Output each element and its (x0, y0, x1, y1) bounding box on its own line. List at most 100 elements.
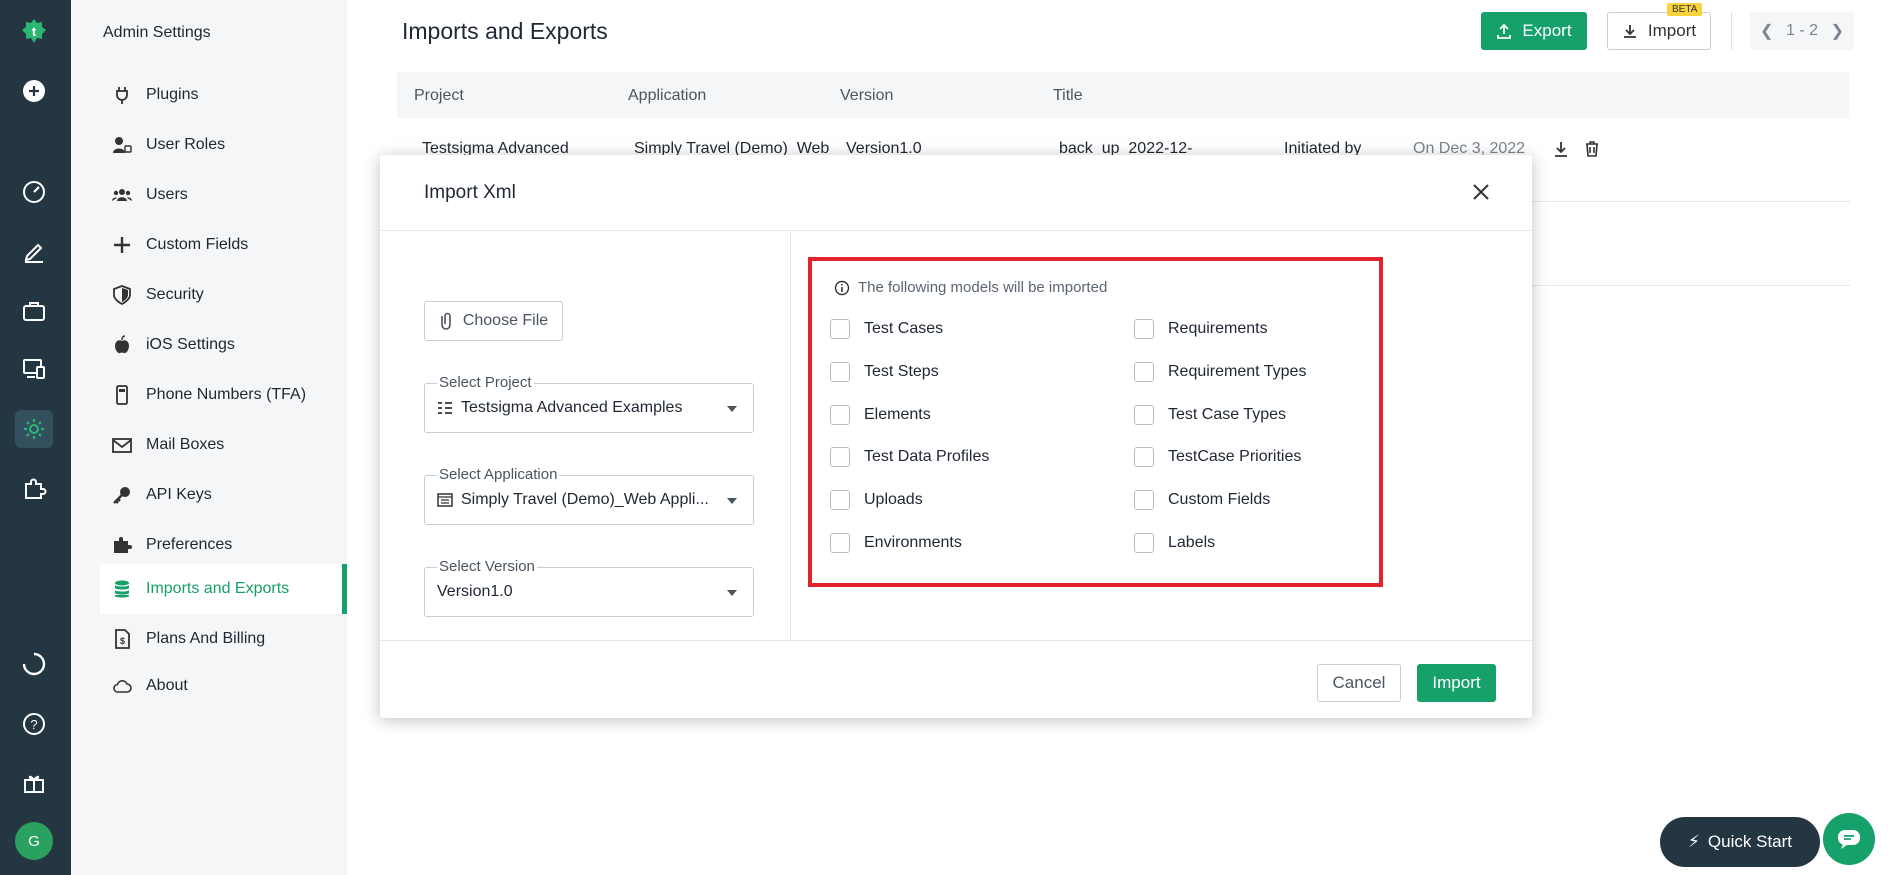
briefcase-icon[interactable] (15, 292, 53, 330)
sidebar-item-label: Custom Fields (146, 236, 249, 253)
caret-down-icon (727, 590, 737, 596)
sidebar-item-security[interactable]: Security (100, 270, 347, 320)
checkbox-label: Elements (864, 406, 931, 423)
info-text: The following models will be imported (858, 279, 1108, 296)
application-value: Simply Travel (Demo)_Web Appli... (461, 491, 709, 508)
sidebar-item-plans-billing[interactable]: $ Plans And Billing (100, 614, 347, 664)
sidebar-item-mail-boxes[interactable]: Mail Boxes (100, 420, 347, 470)
checkbox-requirement-types[interactable]: Requirement Types (1134, 362, 1306, 382)
checkbox[interactable] (1134, 319, 1154, 339)
cancel-button[interactable]: Cancel (1317, 664, 1401, 702)
sidebar-item-user-roles[interactable]: User Roles (100, 120, 347, 170)
users-icon (110, 183, 134, 207)
settings-sidebar: Admin Settings Plugins User Roles Users … (71, 0, 347, 875)
version-value: Version1.0 (437, 583, 513, 600)
checkbox-test-data-profiles[interactable]: Test Data Profiles (830, 447, 989, 467)
checkbox[interactable] (830, 319, 850, 339)
key-icon (110, 483, 134, 507)
checkbox[interactable] (1134, 362, 1154, 382)
checkbox[interactable] (830, 405, 850, 425)
checkbox-requirements[interactable]: Requirements (1134, 319, 1268, 339)
beta-badge: BETA (1667, 3, 1703, 16)
checkbox[interactable] (830, 490, 850, 510)
checkbox-label: Test Data Profiles (864, 448, 990, 465)
sidebar-item-label: Users (146, 186, 188, 203)
checkbox-custom-fields[interactable]: Custom Fields (1134, 490, 1270, 510)
choose-file-button[interactable]: Choose File (424, 301, 563, 341)
trash-icon[interactable] (1584, 140, 1600, 163)
close-icon[interactable] (1468, 179, 1494, 205)
download-icon[interactable] (1553, 140, 1569, 163)
lightning-icon: ⚡︎ (1687, 832, 1700, 851)
checkbox-label: Environments (864, 534, 962, 551)
sidebar-item-users[interactable]: Users (100, 170, 347, 220)
sidebar-item-phone-numbers[interactable]: Phone Numbers (TFA) (100, 370, 347, 420)
checkbox[interactable] (830, 362, 850, 382)
field-value-wrap: Testsigma Advanced Examples (437, 399, 682, 417)
testsigma-logo-icon[interactable]: t (15, 12, 53, 50)
sidebar-item-ios-settings[interactable]: iOS Settings (100, 320, 347, 370)
checkbox-test-steps[interactable]: Test Steps (830, 362, 939, 382)
shield-icon (110, 283, 134, 307)
add-circle-icon[interactable] (15, 72, 53, 110)
paperclip-icon (441, 312, 451, 330)
puzzle-icon[interactable] (15, 470, 53, 508)
checkbox-environments[interactable]: Environments (830, 533, 962, 553)
checkbox-test-cases[interactable]: Test Cases (830, 319, 943, 339)
puzzle-piece-icon (110, 533, 134, 557)
import-button[interactable]: Import (1417, 664, 1496, 702)
column-header: Version (840, 87, 894, 104)
left-rail: t ? G (0, 0, 71, 875)
checkbox[interactable] (1134, 405, 1154, 425)
chevron-right-icon[interactable]: ❯ (1831, 21, 1844, 41)
select-project-dropdown[interactable]: Select Project Testsigma Advanced Exampl… (424, 374, 754, 433)
checkbox-label: Requirements (1168, 320, 1268, 337)
checkbox-uploads[interactable]: Uploads (830, 490, 923, 510)
sidebar-item-label: API Keys (146, 486, 212, 503)
checkbox[interactable] (1134, 533, 1154, 553)
list-grid-icon (438, 402, 452, 414)
chat-button[interactable] (1823, 813, 1875, 865)
sidebar-item-about[interactable]: About (100, 661, 347, 711)
row-divider (1532, 201, 1850, 202)
user-lock-icon (110, 133, 134, 157)
modal-title: Import Xml (424, 182, 516, 203)
checkbox[interactable] (830, 533, 850, 553)
help-icon[interactable]: ? (15, 705, 53, 743)
checkbox-label: Test Steps (864, 363, 939, 380)
sidebar-item-preferences[interactable]: Preferences (100, 520, 347, 570)
svg-text:?: ? (30, 717, 37, 732)
sidebar-item-custom-fields[interactable]: Custom Fields (100, 220, 347, 270)
avatar[interactable]: G (15, 822, 53, 860)
gear-icon[interactable] (15, 410, 53, 448)
sidebar-item-label: Security (146, 286, 204, 303)
checkbox-testcase-priorities[interactable]: TestCase Priorities (1134, 447, 1301, 467)
import-button-header[interactable]: Import (1607, 12, 1711, 50)
info-line: The following models will be imported (834, 279, 1107, 296)
pager-text: 1 - 2 (1785, 22, 1818, 39)
sidebar-item-imports-exports[interactable]: Imports and Exports (100, 564, 347, 614)
checkbox[interactable] (830, 447, 850, 467)
edit-pen-icon[interactable] (15, 232, 53, 270)
dashboard-gauge-icon[interactable] (15, 172, 53, 210)
checkbox-labels[interactable]: Labels (1134, 533, 1215, 553)
field-label: Select Application (437, 466, 560, 483)
checkbox-test-case-types[interactable]: Test Case Types (1134, 405, 1286, 425)
sidebar-item-plugins[interactable]: Plugins (100, 70, 347, 120)
checkbox[interactable] (1134, 490, 1154, 510)
gift-icon[interactable] (15, 764, 53, 802)
export-button[interactable]: Export (1481, 12, 1587, 50)
checkbox-elements[interactable]: Elements (830, 405, 931, 425)
select-application-dropdown[interactable]: Select Application Simply Travel (Demo)_… (424, 466, 754, 525)
loading-circle-icon[interactable] (15, 645, 53, 683)
modal-divider (380, 230, 1532, 231)
checkbox[interactable] (1134, 447, 1154, 467)
quick-start-button[interactable]: ⚡︎ Quick Start (1660, 817, 1820, 867)
device-star-icon[interactable] (15, 350, 53, 388)
sidebar-item-api-keys[interactable]: API Keys (100, 470, 347, 520)
invoice-icon: $ (110, 627, 134, 651)
chevron-left-icon[interactable]: ❮ (1760, 21, 1773, 41)
header-divider (1731, 12, 1732, 50)
quick-start-label: Quick Start (1707, 832, 1793, 851)
select-version-dropdown[interactable]: Select Version Version1.0 (424, 558, 754, 617)
